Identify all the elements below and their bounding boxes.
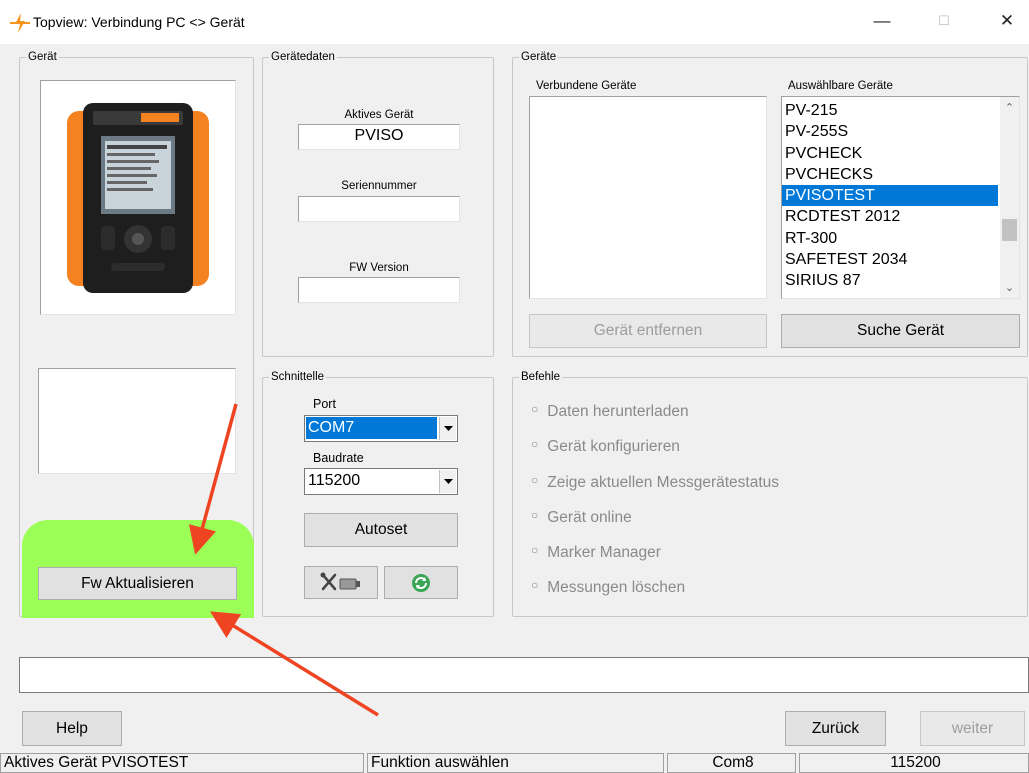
selectable-devices-list[interactable]: PV-215 PV-255S PVCHECK PVCHECKS PVISOTEST RCD… <box>781 96 1020 299</box>
scroll-up-icon[interactable]: ⌃ <box>1000 101 1019 114</box>
fw-update-button[interactable]: Fw Aktualisieren <box>38 567 237 600</box>
active-device-label: Aktives Gerät <box>344 109 414 121</box>
tools-button[interactable] <box>304 566 378 599</box>
radio-circle-icon: ○ <box>531 578 539 592</box>
refresh-icon <box>412 573 430 592</box>
status-active-device: Aktives Gerät PVISOTEST <box>0 753 364 773</box>
radio-circle-icon: ○ <box>531 508 539 522</box>
radio-circle-icon: ○ <box>531 543 539 557</box>
help-button[interactable]: Help <box>22 711 122 746</box>
radio-label: Daten herunterladen <box>547 403 689 420</box>
device-list-item[interactable]: PVCHECKS <box>782 164 998 185</box>
radio-label: Gerät online <box>547 509 632 526</box>
maximize-button[interactable]: ☐ <box>922 6 966 36</box>
schnittstelle-group-label: Schnittelle <box>269 370 327 384</box>
scroll-down-icon[interactable]: ⌄ <box>1000 281 1019 294</box>
radio-circle-icon: ○ <box>531 402 539 416</box>
device-list-scrollbar[interactable]: ⌃ ⌄ <box>1000 97 1019 298</box>
device-list-item[interactable]: RCDTEST 2012 <box>782 206 998 227</box>
device-list-item[interactable]: SAFETEST 2034 <box>782 249 998 270</box>
title-bar: Topview: Verbindung PC <> Gerät — ☐ ✕ <box>0 0 1029 44</box>
device-image-frame <box>40 80 236 315</box>
radio-messungen-loeschen[interactable]: ○ Messungen löschen <box>531 578 686 597</box>
geraete-group-label: Geräte <box>519 50 559 64</box>
radio-geraet-konfigurieren[interactable]: ○ Gerät konfigurieren <box>531 437 680 456</box>
message-field <box>19 657 1029 693</box>
baudrate-dropdown-arrow-icon[interactable] <box>439 470 456 493</box>
radio-daten-herunterladen[interactable]: ○ Daten herunterladen <box>531 402 689 421</box>
serial-number-label: Seriennummer <box>341 180 417 192</box>
radio-geraet-online[interactable]: ○ Gerät online <box>531 508 632 527</box>
device-list-items: PV-215 PV-255S PVCHECK PVCHECKS PVISOTEST RCD… <box>782 100 998 292</box>
device-list-item[interactable]: RT-300 <box>782 228 998 249</box>
autoset-button[interactable]: Autoset <box>304 513 458 547</box>
baudrate-label: Baudrate <box>313 451 364 465</box>
scroll-thumb[interactable] <box>1002 219 1017 241</box>
refresh-button[interactable] <box>384 566 458 599</box>
fw-version-field <box>298 277 460 303</box>
next-button[interactable]: weiter <box>920 711 1025 746</box>
radio-circle-icon: ○ <box>531 437 539 451</box>
geraetedaten-group-label: Gerätedaten <box>269 50 337 64</box>
fw-version-label: FW Version <box>349 262 409 274</box>
baudrate-select[interactable]: 115200 <box>304 468 458 495</box>
baudrate-value: 115200 <box>308 472 361 489</box>
radio-circle-icon: ○ <box>531 473 539 487</box>
device-info-box <box>38 368 236 474</box>
radio-label: Marker Manager <box>547 544 661 561</box>
selectable-devices-label: Auswählbare Geräte <box>788 80 893 92</box>
minimize-button[interactable]: — <box>860 6 904 36</box>
status-baudrate: 115200 <box>799 753 1029 773</box>
active-device-field: PVISO <box>298 124 460 150</box>
befehle-group-label: Befehle <box>519 370 563 384</box>
port-select[interactable]: COM7 <box>304 415 458 442</box>
radio-marker-manager[interactable]: ○ Marker Manager <box>531 543 661 562</box>
connected-devices-list[interactable] <box>529 96 767 299</box>
device-list-item[interactable]: SIRIUS 87 <box>782 270 998 291</box>
close-button[interactable]: ✕ <box>985 6 1029 36</box>
search-device-button[interactable]: Suche Gerät <box>781 314 1020 348</box>
radio-messgeraetestatus[interactable]: ○ Zeige aktuellen Messgerätestatus <box>531 473 780 492</box>
port-label: Port <box>313 397 336 411</box>
app-logo-icon <box>10 13 30 33</box>
status-com-port: Com8 <box>667 753 796 773</box>
device-image <box>41 81 235 314</box>
radio-label: Gerät konfigurieren <box>547 438 680 455</box>
tools-connector-icon <box>320 572 360 590</box>
geraet-group-label: Gerät <box>26 50 59 64</box>
status-function: Funktion auswählen <box>367 753 664 773</box>
device-list-item[interactable]: PV-255S <box>782 121 998 142</box>
window-title: Topview: Verbindung PC <> Gerät <box>33 14 245 30</box>
device-list-item[interactable]: PVISOTEST <box>782 185 998 207</box>
remove-device-button[interactable]: Gerät entfernen <box>529 314 767 348</box>
radio-label: Messungen löschen <box>547 579 686 596</box>
device-list-item[interactable]: PVCHECK <box>782 143 998 164</box>
port-dropdown-arrow-icon[interactable] <box>439 417 456 440</box>
serial-number-field <box>298 196 460 222</box>
connected-devices-label: Verbundene Geräte <box>536 80 637 92</box>
back-button[interactable]: Zurück <box>785 711 886 746</box>
radio-label: Zeige aktuellen Messgerätestatus <box>547 474 780 491</box>
schnittstelle-group: Schnittelle <box>262 370 494 617</box>
port-value: COM7 <box>306 417 437 439</box>
device-list-item[interactable]: PV-215 <box>782 100 998 121</box>
